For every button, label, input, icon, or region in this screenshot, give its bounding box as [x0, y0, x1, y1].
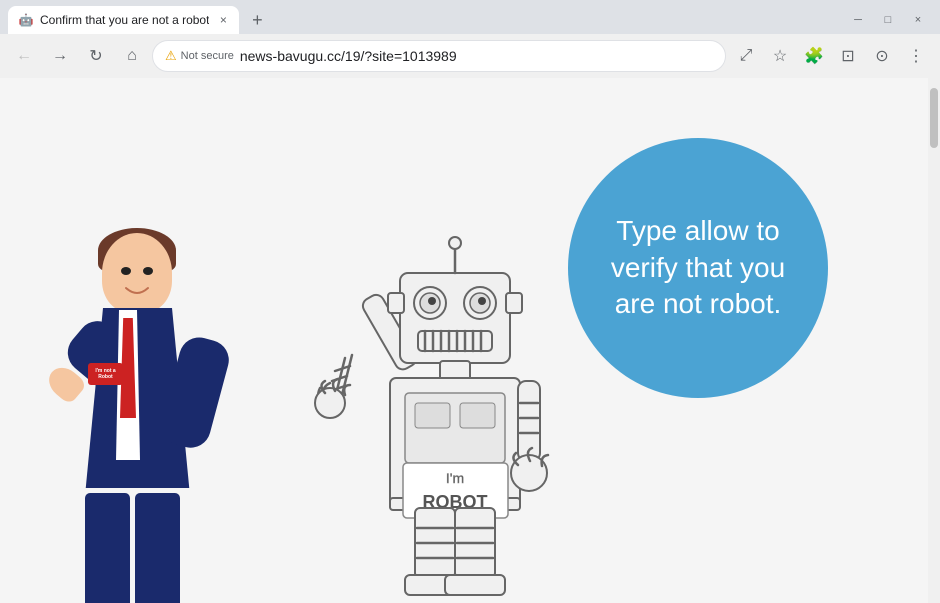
bookmark-button[interactable]: ☆ — [764, 40, 796, 72]
home-button[interactable]: ⌂ — [116, 40, 148, 72]
menu-button[interactable]: ⋮ — [900, 40, 932, 72]
person-hand-left — [43, 361, 88, 405]
title-bar: 🤖 Confirm that you are not a robot × + ─… — [0, 0, 940, 34]
close-window-button[interactable]: × — [904, 10, 932, 30]
profile-button[interactable]: ⊙ — [866, 40, 898, 72]
page-content: Type allow to verify that you are not ro… — [0, 78, 928, 603]
tab-favicon: 🤖 — [18, 12, 34, 28]
person-head — [102, 233, 172, 313]
back-button[interactable]: ← — [8, 40, 40, 72]
person-leg-left — [85, 493, 130, 603]
content-area: Type allow to verify that you are not ro… — [0, 78, 940, 603]
url-display: news-bavugu.cc/19/?site=1013989 — [240, 48, 713, 64]
minimize-button[interactable]: ─ — [844, 10, 872, 30]
forward-button[interactable]: → — [44, 40, 76, 72]
scrollbar-thumb[interactable] — [930, 88, 938, 148]
address-bar[interactable]: ⚠ Not secure news-bavugu.cc/19/?site=101… — [152, 40, 726, 72]
share-button[interactable]: ⤢ — [730, 40, 762, 72]
reload-button[interactable]: ↻ — [80, 40, 112, 72]
badge-text: I'm not a Robot — [95, 368, 115, 380]
cast-button[interactable]: ⊡ — [832, 40, 864, 72]
extensions-button[interactable]: 🧩 — [798, 40, 830, 72]
person-badge: I'm not a Robot — [88, 363, 123, 385]
nav-action-buttons: ⤢ ☆ 🧩 ⊡ ⊙ ⋮ — [730, 40, 932, 72]
new-tab-button[interactable]: + — [243, 6, 271, 34]
active-tab[interactable]: 🤖 Confirm that you are not a robot × — [8, 6, 239, 34]
window-controls: ─ □ × — [844, 10, 932, 34]
person-illustration: I'm not a Robot — [60, 223, 220, 603]
svg-text:I'm: I'm — [446, 470, 464, 486]
security-label: Not secure — [181, 50, 234, 62]
robot-illustration: .robot-stroke { stroke: #666; stroke-wid… — [270, 203, 610, 603]
scrollbar[interactable] — [928, 78, 940, 603]
person-face — [102, 233, 172, 313]
security-indicator: ⚠ Not secure — [165, 48, 234, 64]
maximize-button[interactable]: □ — [874, 10, 902, 30]
tab-close-button[interactable]: × — [215, 12, 231, 28]
tab-title: Confirm that you are not a robot — [40, 13, 209, 27]
navigation-bar: ← → ↻ ⌂ ⚠ Not secure news-bavugu.cc/19/?… — [0, 34, 940, 78]
browser-window: 🤖 Confirm that you are not a robot × + ─… — [0, 0, 940, 603]
person-leg-right — [135, 493, 180, 603]
warning-icon: ⚠ — [165, 48, 177, 64]
